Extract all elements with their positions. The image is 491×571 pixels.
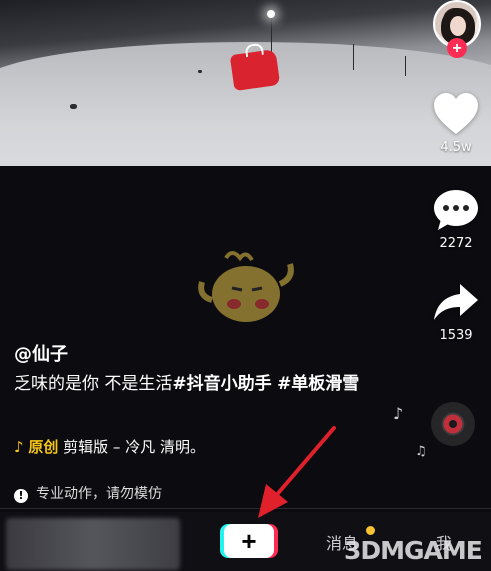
action-rail: + 4.5w 2272 1539 ♪ ♫ — [393, 0, 491, 520]
site-watermark: 3DMGAME — [344, 536, 483, 565]
music-disc[interactable] — [431, 402, 475, 446]
safety-warning-text: 专业动作，请勿模仿 — [36, 486, 162, 502]
comment-count: 2272 — [439, 236, 473, 251]
notification-dot — [366, 526, 375, 535]
video-description: 乏味的是你 不是生活#抖音小助手 #单板滑雪 — [14, 372, 384, 396]
slope-marker — [353, 44, 354, 70]
like-button[interactable]: 4.5w — [421, 92, 491, 155]
blurred-nav-items — [6, 518, 180, 570]
snow-debris — [70, 104, 77, 109]
music-note-icon: ♪ — [393, 404, 404, 423]
music-title: 剪辑版 – 冷凡 清明。 — [63, 438, 205, 456]
music-info[interactable]: ♪ 原创 剪辑版 – 冷凡 清明。 — [14, 436, 205, 457]
video-player[interactable] — [0, 0, 491, 166]
share-button[interactable]: 1539 — [421, 280, 491, 343]
hashtag-link[interactable]: #单板滑雪 — [277, 374, 359, 394]
exclamation-icon: ! — [14, 489, 28, 503]
floodlight — [267, 10, 275, 18]
douyin-feed-screen: + 4.5w 2272 1539 ♪ ♫ @仙子 乏味的是你 不是生活#抖音小助… — [0, 0, 491, 571]
light-pole — [271, 16, 272, 56]
heart-icon — [434, 93, 478, 134]
annotation-arrow — [258, 426, 336, 518]
follow-button[interactable]: + — [447, 38, 467, 58]
comment-button[interactable]: 2272 — [421, 188, 491, 251]
tiktok-note-icon: ♪ — [14, 438, 24, 456]
share-count: 1539 — [439, 328, 473, 343]
avatar-face — [450, 16, 466, 36]
safety-warning: ! 专业动作，请勿模仿 — [14, 483, 162, 503]
description-text: 乏味的是你 不是生活 — [14, 374, 173, 394]
red-bag — [229, 48, 281, 92]
like-count: 4.5w — [440, 140, 472, 155]
share-arrow-icon — [434, 284, 478, 320]
hashtag-link[interactable]: #抖音小助手 — [172, 374, 271, 394]
slope-marker — [405, 56, 406, 76]
comment-bubble-icon — [434, 190, 478, 230]
snow-debris — [198, 70, 202, 73]
author-name[interactable]: @仙子 — [14, 340, 68, 366]
nav-divider — [0, 508, 491, 509]
music-original-badge: 原创 — [28, 438, 59, 456]
create-video-button[interactable]: + — [224, 524, 274, 558]
music-note-icon: ♫ — [415, 444, 427, 459]
duck-mascot-watermark — [198, 251, 294, 322]
